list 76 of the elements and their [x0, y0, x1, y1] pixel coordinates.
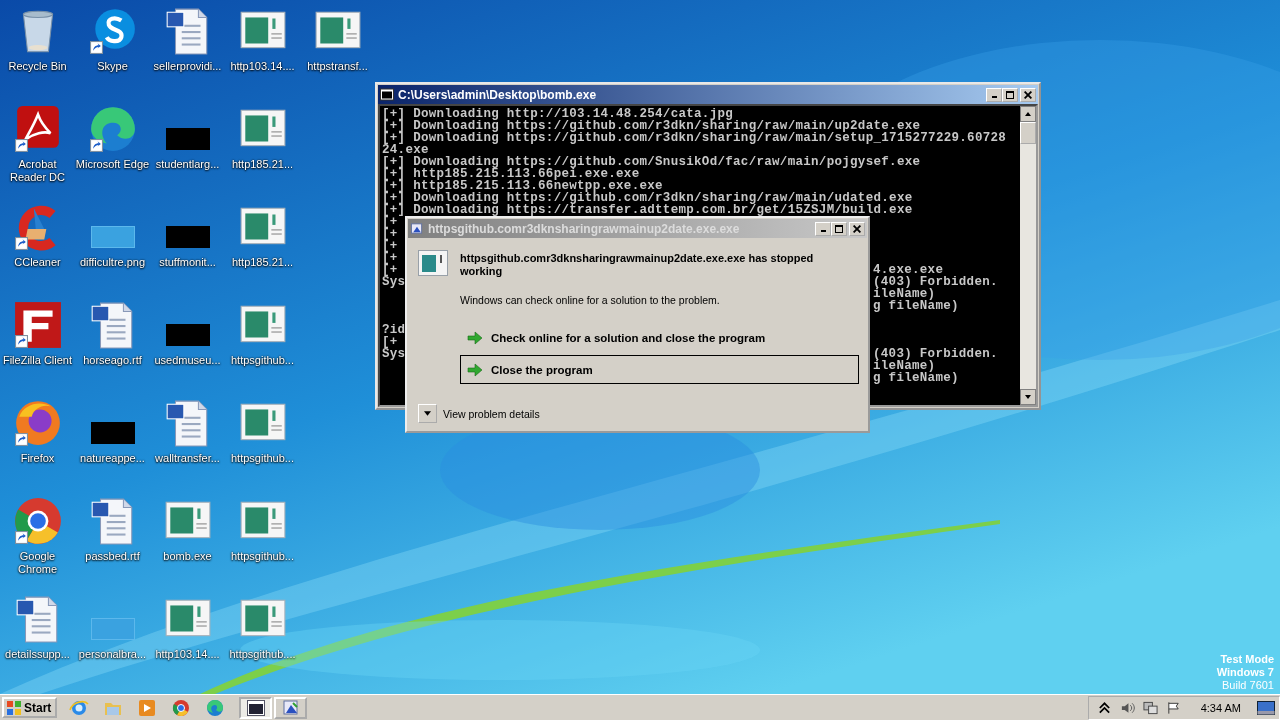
- close-icon: [853, 224, 861, 233]
- browser-wave-icon[interactable]: [205, 697, 226, 718]
- console-icon: [246, 699, 265, 716]
- speaker-icon[interactable]: [1119, 700, 1135, 715]
- network-icon[interactable]: [1142, 700, 1158, 715]
- thumbnail-icon: [90, 618, 135, 640]
- console-line: Sys: [382, 275, 406, 289]
- minimize-icon: [991, 96, 997, 98]
- thumbnail-icon: [90, 422, 135, 444]
- console-line: [+] http185.215.113.66pei.exe.exe: [382, 167, 640, 181]
- expand-button[interactable]: [418, 404, 437, 423]
- thumbnail-icon: [165, 226, 210, 248]
- scroll-down-icon[interactable]: [1020, 389, 1036, 405]
- thumbnail-icon: [165, 324, 210, 346]
- program-window-icon: [418, 250, 448, 276]
- console-line: g fileName): [873, 372, 959, 384]
- console-line: [+] Downloading https://github.com/r3dkn/sharing/raw/main/setup_1715277229.60728: [382, 131, 1007, 145]
- console-line: [+: [382, 251, 398, 265]
- console-line: ileName): [873, 288, 936, 300]
- scrollbar[interactable]: [1020, 106, 1036, 405]
- dialog-heading: httpsgithub.comr3dknsharingrawmainup2date.exe.exe has stopped working: [460, 252, 815, 278]
- minimize-icon: [820, 230, 826, 232]
- console-line: [+: [382, 263, 398, 277]
- thumbnail-icon: [165, 128, 210, 150]
- maximize-icon: [835, 224, 843, 233]
- console-line: [+] Downloading https://github.com/r3dkn/sharing/raw/main/udated.exe: [382, 191, 913, 205]
- maximize-icon: [1006, 90, 1014, 99]
- console-line: [+] Downloading https://transfer.adttemp.com.br/get/15ZSJM/build.exe: [382, 203, 913, 217]
- console-line: [+: [382, 335, 398, 349]
- console-line: [+] Downloading https://github.com/SnusikOd/fac/raw/main/pojgysef.exe: [382, 155, 921, 169]
- console-line: g fileName): [873, 300, 959, 312]
- system-notice: Test Mode: [1220, 653, 1274, 666]
- close-icon: [1024, 90, 1032, 99]
- command-link[interactable]: Close the program: [460, 355, 859, 384]
- taskbar-button[interactable]: [274, 696, 308, 719]
- start-button[interactable]: Start: [2, 697, 58, 718]
- windows-flag-icon: [6, 699, 22, 716]
- console-line: [+: [382, 215, 398, 229]
- system-notice: Windows 7: [1216, 666, 1274, 679]
- flag-icon[interactable]: [1165, 700, 1181, 715]
- close-button[interactable]: [1020, 87, 1036, 102]
- console-line: (403) Forbidden.: [873, 276, 998, 288]
- error-report-icon: [281, 699, 300, 716]
- taskbar-button[interactable]: [239, 696, 273, 719]
- maximize-button[interactable]: [1002, 87, 1018, 102]
- console-line: 24.exe: [382, 143, 429, 157]
- window-title: C:\Users\admin\Desktop\bomb.exe: [398, 87, 598, 102]
- arrow-icon: [467, 330, 483, 345]
- chrome-icon[interactable]: [171, 697, 192, 718]
- console-line: [+: [382, 239, 398, 253]
- console-line: [+] Downloading http://103.14.48.254/cata.jpg: [382, 107, 734, 121]
- arrow-icon: [467, 362, 483, 377]
- console-line: [+] http185.215.113.66newtpp.exe.exe: [382, 179, 663, 193]
- console-line: (403) Forbidden.: [873, 348, 998, 360]
- window-title: httpsgithub.comr3dknsharingrawmainup2date.exe.exe: [428, 221, 741, 236]
- thumbnail-icon: [90, 226, 135, 248]
- command-link[interactable]: Check online for a solution and close the program: [460, 324, 859, 351]
- media-player-icon[interactable]: [137, 697, 158, 718]
- console-line: [+] Downloading https://github.com/r3dkn/sharing/raw/main/up2date.exe: [382, 119, 921, 133]
- console-line: ileName): [873, 360, 936, 372]
- system-notice: Build 7601: [1222, 679, 1274, 692]
- chrome-icon: [12, 496, 63, 546]
- console-icon: [380, 88, 394, 101]
- console-line: [+: [382, 227, 398, 241]
- console-line: 4.exe.exe: [873, 264, 944, 276]
- chevron-up-icon[interactable]: [1096, 700, 1112, 715]
- scroll-up-icon[interactable]: [1020, 106, 1036, 122]
- details-label: View problem details: [443, 407, 540, 420]
- show-desktop-icon[interactable]: [1257, 700, 1275, 715]
- dialog-message: Windows can check online for a solution to the problem.: [460, 294, 721, 306]
- minimize-button[interactable]: [986, 87, 1002, 102]
- console-line: Sys: [382, 347, 406, 361]
- clock[interactable]: 4:34 AM: [1200, 701, 1241, 714]
- scroll-thumb[interactable]: [1020, 122, 1036, 144]
- console-line: ?id: [382, 323, 406, 337]
- error-report-icon: [410, 222, 424, 235]
